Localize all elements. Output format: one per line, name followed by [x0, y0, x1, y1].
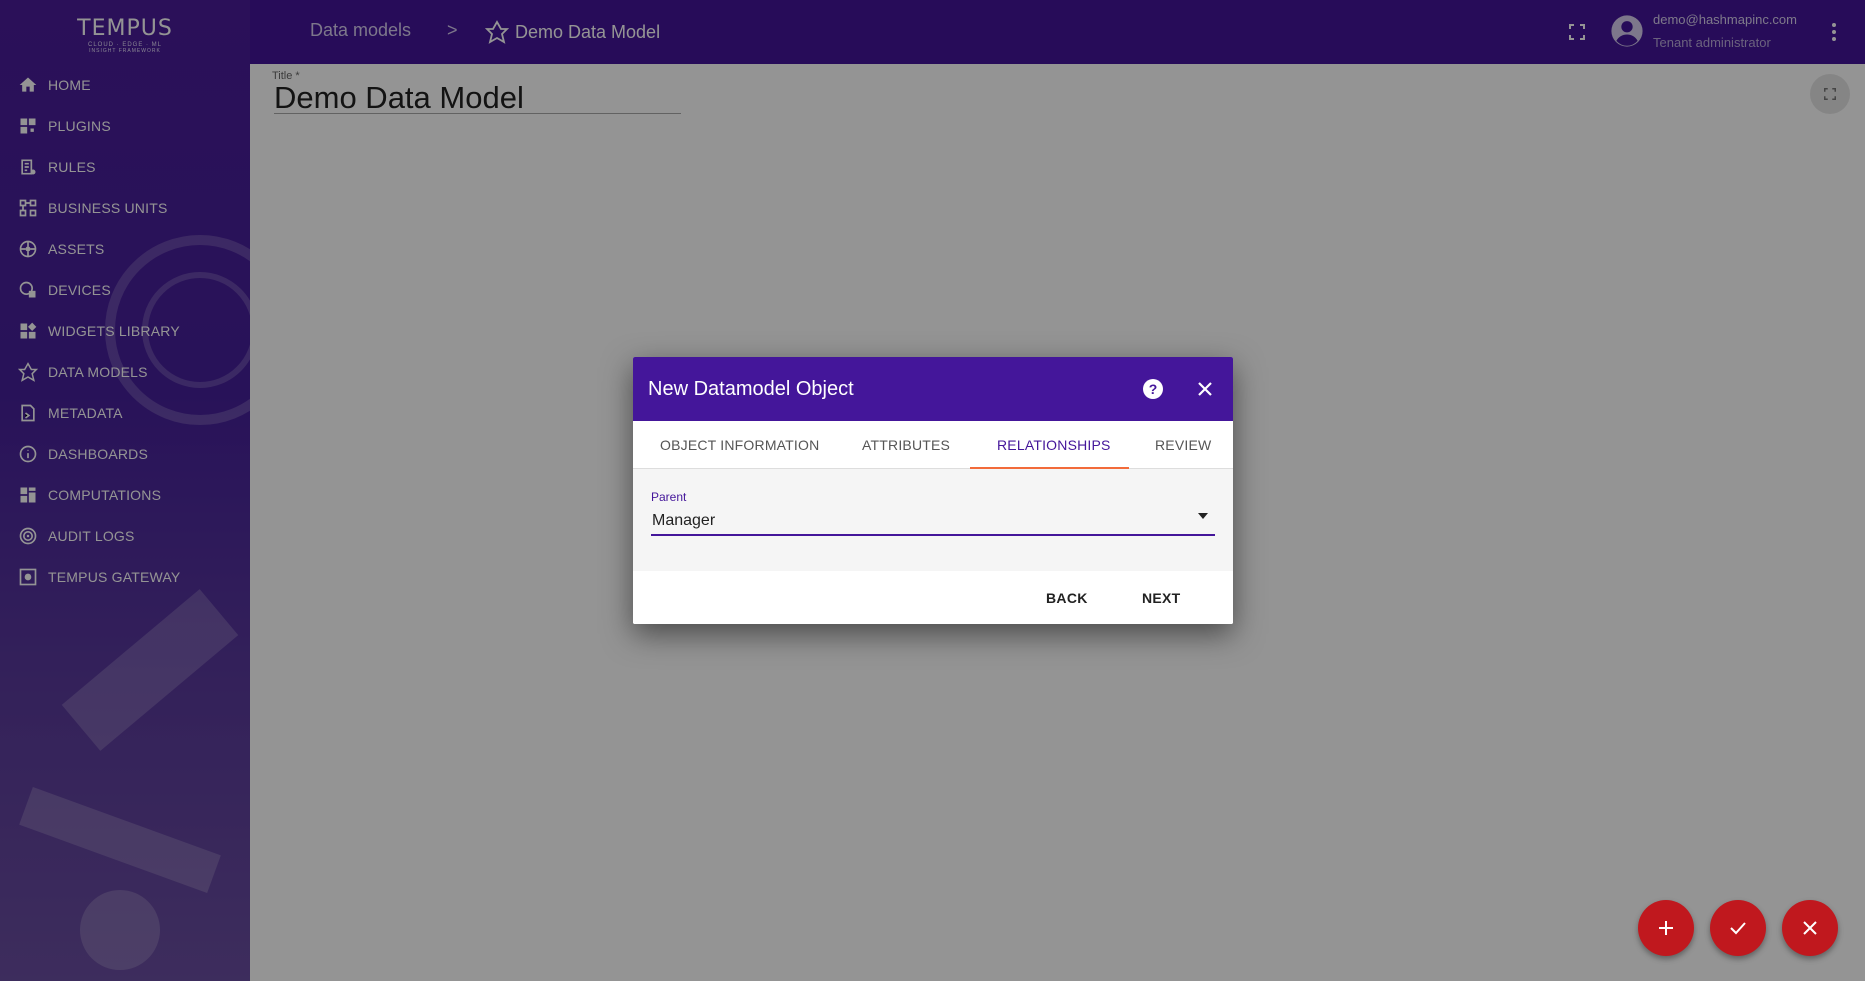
dialog-title: New Datamodel Object — [648, 378, 854, 400]
tab-relationships[interactable]: RELATIONSHIPS — [997, 437, 1111, 453]
caret-down-icon[interactable] — [1196, 509, 1210, 523]
next-button[interactable]: NEXT — [1142, 590, 1181, 606]
dialog-actions: BACK NEXT — [633, 571, 1233, 624]
check-icon — [1730, 922, 1746, 935]
back-button[interactable]: BACK — [1046, 590, 1088, 606]
dialog-body: Parent Manager — [633, 469, 1233, 571]
parent-select-underline — [651, 534, 1215, 536]
new-datamodel-object-dialog: New Datamodel Object ? OBJECT INFORMATIO… — [633, 357, 1233, 624]
svg-text:?: ? — [1149, 381, 1158, 397]
help-icon[interactable]: ? — [1141, 377, 1165, 401]
tab-attributes[interactable]: ATTRIBUTES — [862, 437, 950, 453]
add-button[interactable] — [1638, 900, 1694, 956]
tab-object-information[interactable]: OBJECT INFORMATION — [660, 437, 819, 453]
parent-label: Parent — [651, 490, 687, 504]
plus-icon — [1659, 921, 1673, 935]
tab-review[interactable]: REVIEW — [1155, 437, 1211, 453]
dialog-header: New Datamodel Object ? — [633, 357, 1233, 421]
save-button[interactable] — [1710, 900, 1766, 956]
parent-select[interactable]: Manager — [652, 512, 715, 530]
close-icon[interactable] — [1193, 377, 1217, 401]
close-icon — [1803, 921, 1817, 935]
dialog-tabs: OBJECT INFORMATION ATTRIBUTES RELATIONSH… — [633, 421, 1233, 469]
cancel-button[interactable] — [1782, 900, 1838, 956]
